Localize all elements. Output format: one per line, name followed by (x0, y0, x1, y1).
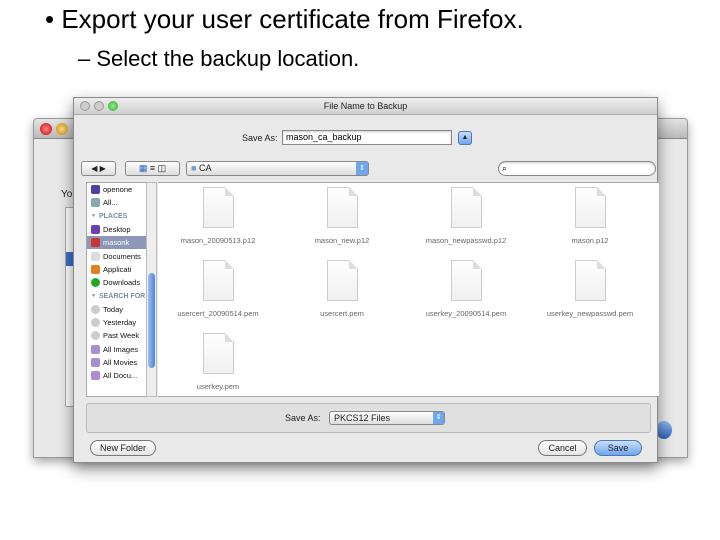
clock-icon (91, 304, 100, 314)
document-icon (574, 187, 606, 228)
file-browser: mason_20090513.p12 mason_new.p12 mason_new… (158, 182, 659, 397)
file-item[interactable]: userkey_20090514.pem (406, 260, 526, 318)
save-dialog: File Name to Backup Save As: mason_ca_ba… (73, 97, 659, 463)
popup-arrows-icon: ⇕ (433, 412, 444, 424)
close-icon[interactable] (80, 101, 90, 111)
dialog-title: File Name to Backup (323, 101, 408, 111)
folder-name: CA (198, 163, 212, 173)
clock-icon (91, 318, 100, 328)
downloads-icon (91, 278, 100, 288)
file-name: userkey_newpasswd.pem (546, 309, 634, 318)
disclosure-triangle-icon[interactable]: ▼ (91, 210, 96, 223)
home-icon (91, 238, 100, 248)
smart-folder-icon (91, 358, 100, 367)
sidebar-item-label: All Docu... (103, 371, 138, 381)
popup-arrows-icon: ⇕ (356, 162, 368, 175)
folder-popup[interactable]: ■ CA ⇕ (186, 161, 369, 176)
sidebar-item-label: Applicati (103, 264, 132, 274)
file-item[interactable]: userkey_newpasswd.pem (530, 260, 650, 318)
smart-folder-icon (91, 371, 100, 381)
file-name: userkey_20090514.pem (425, 309, 507, 318)
disclosure-triangle-icon[interactable]: ▼ (91, 290, 96, 303)
slide-bullet: • Export your user certificate from Fire… (45, 4, 524, 34)
document-icon (450, 187, 482, 228)
document-icon (202, 187, 234, 228)
file-item[interactable]: mason_20090513.p12 (158, 187, 278, 245)
sidebar-item-label: Documents (103, 251, 141, 261)
document-icon (326, 260, 358, 301)
documents-icon (91, 251, 100, 261)
sidebar-item-label: All Movies (103, 358, 138, 367)
sidebar-item-label: SEARCH FOR (98, 292, 146, 300)
background-button[interactable] (656, 421, 672, 439)
file-item[interactable]: mason_new.p12 (282, 187, 402, 245)
sidebar-item-label: Downloads (103, 278, 141, 288)
format-bar: Save As: PKCS12 Files ⇕ (86, 403, 651, 433)
desktop-icon (91, 225, 100, 235)
sidebar-item-label: All Images (103, 344, 139, 354)
clock-icon (91, 331, 100, 341)
document-icon (326, 187, 358, 228)
document-icon (202, 333, 234, 374)
file-name: userkey.pem (196, 382, 240, 391)
sidebar-item-label: PLACES (98, 212, 128, 220)
save-button[interactable]: Save (594, 440, 642, 456)
file-name: mason_20090513.p12 (180, 236, 256, 245)
search-input[interactable]: ⌕ (498, 161, 656, 176)
zoom-icon[interactable] (108, 101, 118, 111)
slide-subbullet: – Select the backup location. (78, 46, 360, 71)
close-icon[interactable] (40, 123, 52, 135)
file-item[interactable]: mason_newpasswd.p12 (406, 187, 526, 245)
format-value: PKCS12 Files (334, 413, 391, 423)
file-name: usercert_20090514.pem (177, 309, 259, 318)
back-forward-buttons[interactable]: ◀ ▶ (81, 161, 116, 176)
new-folder-button[interactable]: New Folder (90, 440, 156, 456)
dialog-titlebar: File Name to Backup (74, 98, 657, 115)
file-item[interactable]: usercert_20090514.pem (158, 260, 278, 318)
file-item[interactable]: mason.p12 (530, 187, 650, 245)
file-item[interactable]: userkey.pem (158, 333, 278, 391)
view-mode-buttons[interactable]: ▦ ≡ ◫ (125, 161, 180, 176)
file-name: mason.p12 (571, 236, 609, 245)
sidebar-item-label: Today (103, 304, 124, 314)
file-name: mason_newpasswd.p12 (425, 236, 507, 245)
sidebar-item-label: Past Week (103, 331, 140, 341)
sidebar-scrollbar[interactable] (146, 182, 157, 397)
file-item[interactable]: usercert.pem (282, 260, 402, 318)
file-name: usercert.pem (320, 309, 364, 318)
filename-input[interactable]: mason_ca_backup (282, 130, 452, 145)
applications-icon (91, 264, 100, 274)
search-icon: ⌕ (502, 163, 508, 173)
display-icon (91, 185, 100, 195)
folder-icon: ■ (191, 163, 197, 173)
expand-button[interactable]: ▲ (458, 131, 472, 145)
cancel-button[interactable]: Cancel (538, 440, 587, 456)
document-icon (450, 260, 482, 301)
minimize-icon[interactable] (94, 101, 104, 111)
format-popup[interactable]: PKCS12 Files ⇕ (329, 411, 445, 425)
file-name: mason_new.p12 (314, 236, 370, 245)
document-icon (574, 260, 606, 301)
sidebar-item-label: Yesterday (103, 318, 137, 328)
icon-view-icon[interactable]: ▦ (139, 163, 148, 173)
sidebar-item-label: openone (103, 185, 133, 195)
network-icon (91, 198, 100, 208)
smart-folder-icon (91, 344, 100, 354)
scrollbar-thumb[interactable] (148, 273, 155, 368)
sidebar-item-label: All... (103, 198, 118, 208)
minimize-icon[interactable] (56, 123, 68, 135)
format-label: Save As: (285, 413, 321, 423)
sidebar-item-label: masonk (103, 238, 130, 248)
sidebar-item-label: Desktop (103, 225, 131, 235)
document-icon (202, 260, 234, 301)
save-as-label: Save As: (242, 133, 278, 143)
